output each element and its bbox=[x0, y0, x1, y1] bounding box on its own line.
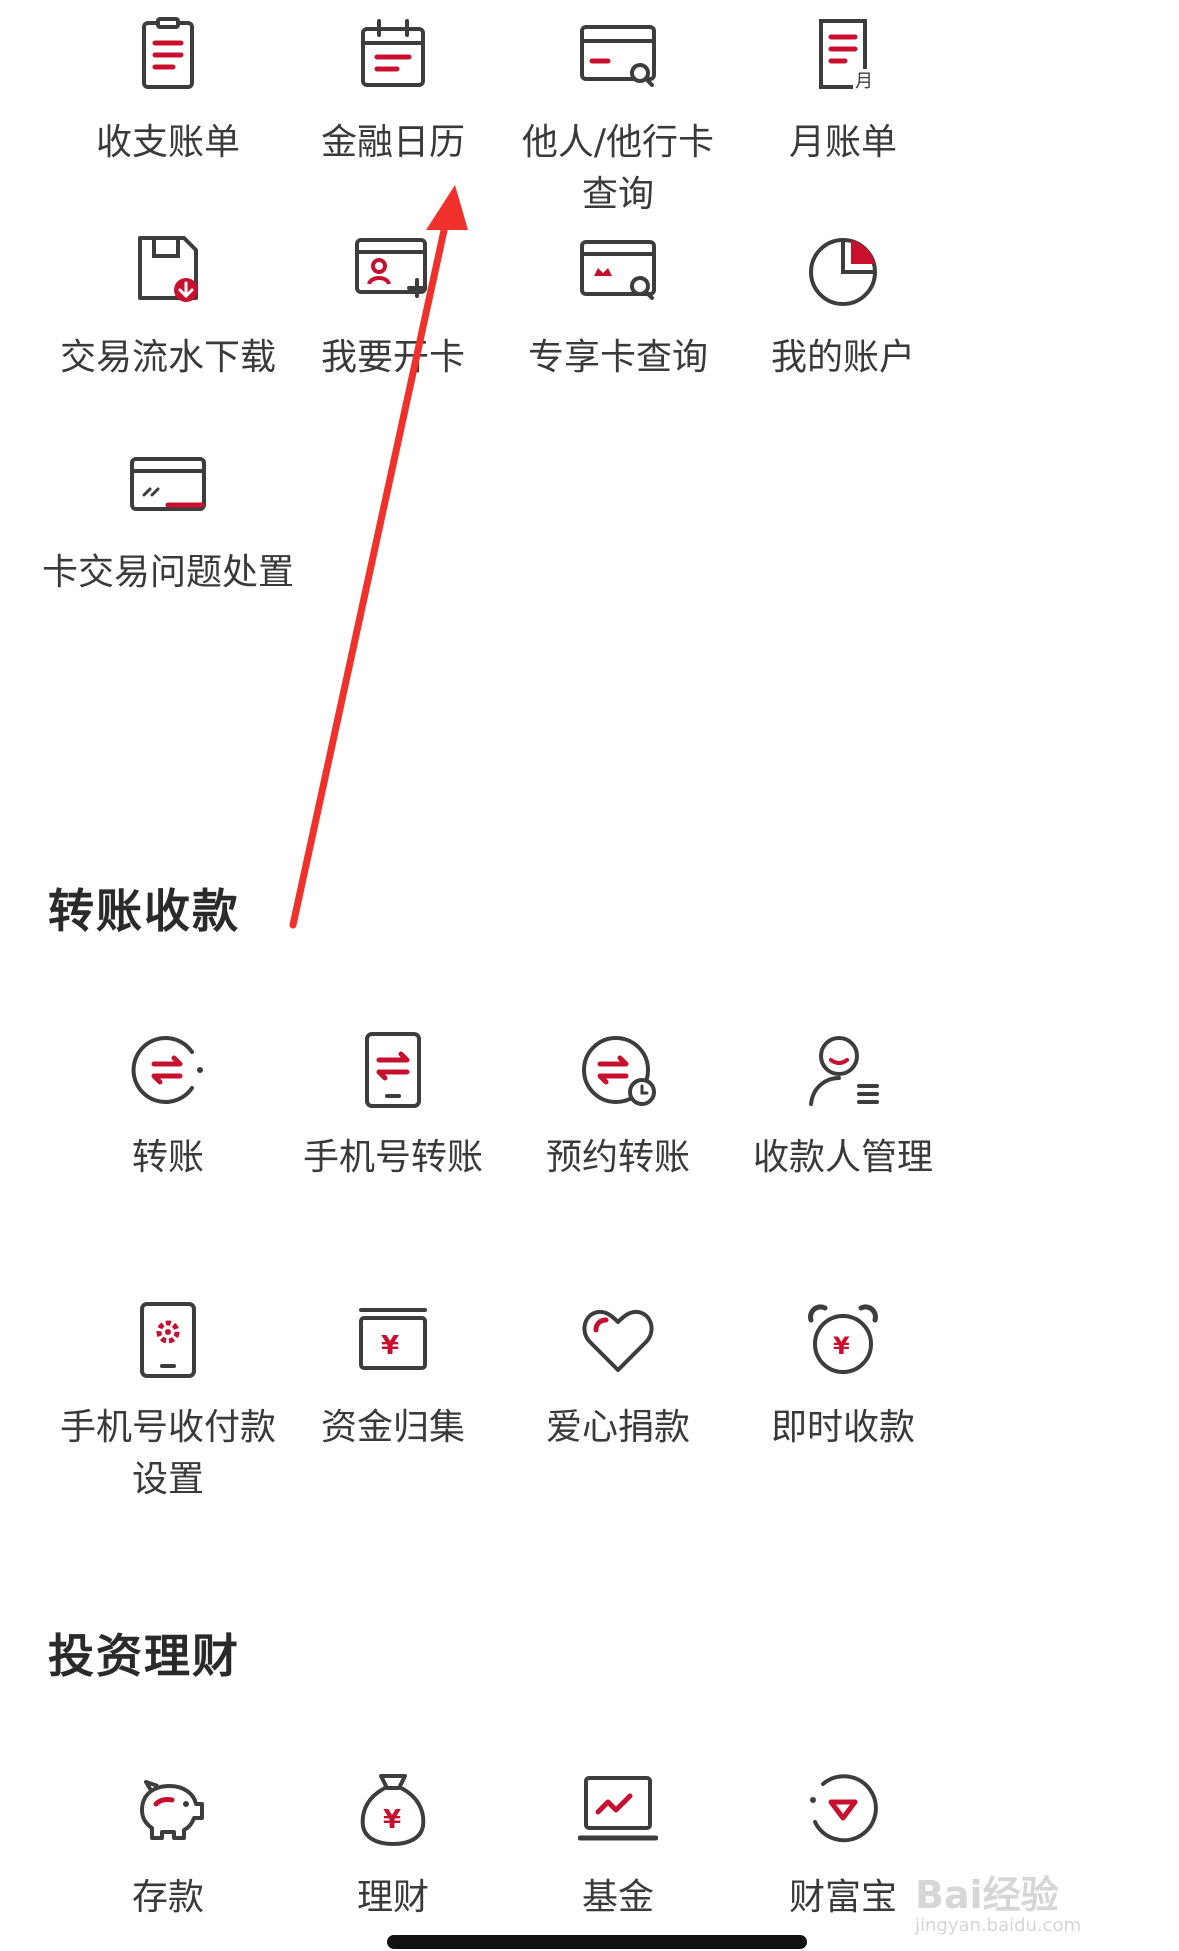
phone-transfer-icon bbox=[353, 1030, 433, 1110]
diamond-circle-icon bbox=[803, 1770, 883, 1850]
money-bag-icon: ¥ bbox=[353, 1770, 433, 1850]
svg-text:¥: ¥ bbox=[381, 1331, 399, 1361]
svg-text:月: 月 bbox=[855, 71, 873, 92]
watermark: Bai经验 jingyan.baidu.com bbox=[915, 1875, 1145, 1945]
svg-text:¥: ¥ bbox=[383, 1805, 401, 1835]
card-search-icon bbox=[578, 15, 658, 95]
piggy-bank-icon bbox=[128, 1770, 208, 1850]
home-indicator[interactable] bbox=[387, 1935, 807, 1949]
grid-item-label: 即时收款 bbox=[770, 1407, 915, 1448]
fund-collection-icon: ¥ bbox=[353, 1300, 433, 1380]
svg-text:¥: ¥ bbox=[833, 1332, 850, 1360]
heart-icon bbox=[578, 1300, 658, 1380]
phone-settings-icon bbox=[128, 1300, 208, 1380]
watermark-main: Bai经验 bbox=[915, 1873, 1059, 1917]
alarm-clock-yuan-icon: ¥ bbox=[803, 1300, 883, 1380]
monthly-bill-icon: 月 bbox=[803, 15, 883, 95]
transfer-circle-icon bbox=[128, 1030, 208, 1110]
section-title-invest: 投资理财 bbox=[48, 1629, 240, 1683]
save-download-icon bbox=[128, 230, 208, 310]
calendar-icon bbox=[353, 15, 433, 95]
watermark-sub: jingyan.baidu.com bbox=[915, 1915, 1082, 1936]
bill-list-icon bbox=[128, 15, 208, 95]
grid-item-label: 卡交易问题处置 bbox=[41, 552, 294, 593]
scheduled-transfer-icon bbox=[578, 1030, 658, 1110]
laptop-chart-icon bbox=[578, 1770, 658, 1850]
grid-item-label: 月账单 bbox=[788, 122, 897, 163]
crown-card-search-icon bbox=[578, 230, 658, 310]
card-issue-icon bbox=[128, 445, 208, 525]
card-add-user-icon bbox=[353, 230, 433, 310]
grid-item-label: 收款人管理 bbox=[752, 1137, 933, 1178]
pie-chart-icon bbox=[803, 230, 883, 310]
grid-item-label: 我的账户 bbox=[770, 337, 915, 378]
section-title-transfer: 转账收款 bbox=[48, 884, 240, 938]
payee-management-icon bbox=[803, 1030, 883, 1110]
